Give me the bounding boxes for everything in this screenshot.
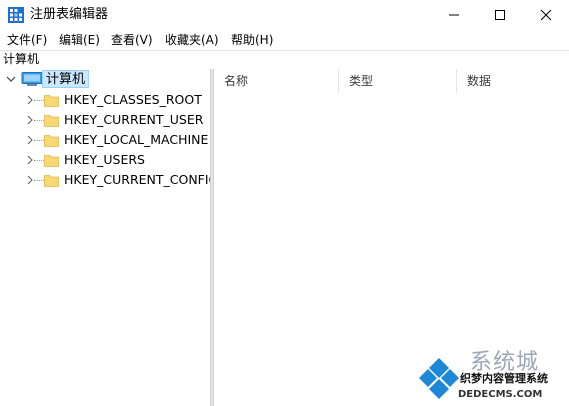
tree-item-label[interactable]: HKEY_CURRENT_CONFIG [64, 171, 218, 189]
tree-item-label[interactable]: HKEY_CURRENT_USER [64, 111, 203, 129]
tree-item-computer[interactable]: 计算机 [0, 70, 210, 90]
folder-icon [44, 135, 59, 147]
maximize-icon [495, 10, 505, 20]
computer-icon [21, 72, 43, 86]
tree-pane[interactable]: 计算机 HKEY_CLASSES_ROOT HKEY_CURRENT_USER … [0, 69, 218, 406]
folder-icon [44, 115, 59, 127]
watermark-url: DEDECMS.COM [458, 389, 543, 400]
tree-item-hkey-current-config[interactable]: HKEY_CURRENT_CONFIG [0, 170, 218, 190]
menu-help[interactable]: 帮助(H) [228, 32, 276, 48]
menu-file[interactable]: 文件(F) [4, 32, 50, 48]
tree-item-hkey-current-user[interactable]: HKEY_CURRENT_USER [0, 110, 210, 130]
watermark-subtitle: 织梦内容管理系统 [460, 372, 548, 386]
title-bar: 注册表编辑器 [0, 0, 569, 30]
column-header-type[interactable]: 类型 [338, 69, 456, 93]
tree-connector [34, 160, 44, 161]
column-header-name[interactable]: 名称 [214, 69, 338, 93]
windows-logo-icon [418, 356, 460, 399]
menu-edit[interactable]: 编辑(E) [56, 32, 103, 48]
address-path[interactable]: 计算机 [3, 52, 39, 67]
tree-item-label[interactable]: HKEY_USERS [64, 151, 145, 169]
column-header-data[interactable]: 数据 [456, 69, 569, 93]
regedit-icon [8, 7, 24, 23]
tree-item-label[interactable]: 计算机 [42, 70, 90, 88]
watermark: 系统城 织梦内容管理系统 DEDECMS.COM [410, 348, 569, 406]
minimize-button[interactable] [431, 0, 477, 30]
menu-view[interactable]: 查看(V) [108, 32, 156, 48]
tree-connector [34, 140, 44, 141]
address-bar[interactable]: 计算机 [0, 50, 569, 70]
folder-icon [44, 95, 59, 107]
folder-icon [44, 175, 59, 187]
tree-connector [34, 180, 44, 181]
minimize-icon [449, 14, 459, 16]
menu-favorites[interactable]: 收藏夹(A) [162, 32, 222, 48]
tree-item-hkey-classes-root[interactable]: HKEY_CLASSES_ROOT [0, 90, 210, 110]
tree-item-label[interactable]: HKEY_CLASSES_ROOT [64, 91, 202, 109]
close-button[interactable] [523, 0, 569, 30]
maximize-button[interactable] [477, 0, 523, 30]
tree-connector [34, 120, 44, 121]
tree-item-hkey-users[interactable]: HKEY_USERS [0, 150, 210, 170]
menu-bar: 文件(F) 编辑(E) 查看(V) 收藏夹(A) 帮助(H) [0, 30, 569, 50]
chevron-down-icon[interactable] [5, 73, 17, 85]
tree-item-label[interactable]: HKEY_LOCAL_MACHINE [64, 131, 208, 149]
close-icon [540, 9, 552, 21]
tree-item-hkey-local-machine[interactable]: HKEY_LOCAL_MACHINE [0, 130, 210, 150]
window-title: 注册表编辑器 [30, 7, 109, 22]
folder-icon [44, 155, 59, 167]
tree-connector [34, 100, 44, 101]
